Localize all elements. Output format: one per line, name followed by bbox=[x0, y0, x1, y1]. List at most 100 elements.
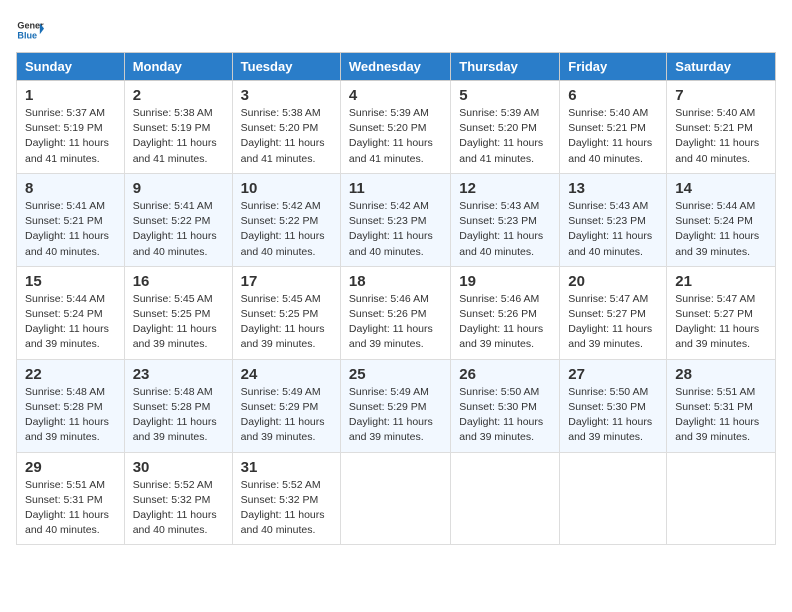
day-number: 12 bbox=[459, 180, 551, 197]
day-number: 19 bbox=[459, 273, 551, 290]
day-info: Sunrise: 5:46 AM Sunset: 5:26 PM Dayligh… bbox=[459, 292, 551, 353]
day-header-friday: Friday bbox=[560, 53, 667, 81]
day-number: 28 bbox=[675, 366, 767, 383]
day-number: 14 bbox=[675, 180, 767, 197]
calendar-cell: 3 Sunrise: 5:38 AM Sunset: 5:20 PM Dayli… bbox=[232, 81, 340, 174]
day-info: Sunrise: 5:38 AM Sunset: 5:19 PM Dayligh… bbox=[133, 106, 224, 167]
day-info: Sunrise: 5:43 AM Sunset: 5:23 PM Dayligh… bbox=[568, 199, 658, 260]
calendar-cell: 31 Sunrise: 5:52 AM Sunset: 5:32 PM Dayl… bbox=[232, 452, 340, 545]
day-info: Sunrise: 5:50 AM Sunset: 5:30 PM Dayligh… bbox=[459, 385, 551, 446]
calendar-cell: 2 Sunrise: 5:38 AM Sunset: 5:19 PM Dayli… bbox=[124, 81, 232, 174]
calendar-cell: 23 Sunrise: 5:48 AM Sunset: 5:28 PM Dayl… bbox=[124, 359, 232, 452]
day-number: 10 bbox=[241, 180, 332, 197]
calendar-table: SundayMondayTuesdayWednesdayThursdayFrid… bbox=[16, 52, 776, 545]
calendar-cell: 21 Sunrise: 5:47 AM Sunset: 5:27 PM Dayl… bbox=[667, 266, 776, 359]
day-header-wednesday: Wednesday bbox=[340, 53, 450, 81]
day-number: 23 bbox=[133, 366, 224, 383]
day-info: Sunrise: 5:51 AM Sunset: 5:31 PM Dayligh… bbox=[675, 385, 767, 446]
day-number: 18 bbox=[349, 273, 442, 290]
day-number: 8 bbox=[25, 180, 116, 197]
calendar-cell: 25 Sunrise: 5:49 AM Sunset: 5:29 PM Dayl… bbox=[340, 359, 450, 452]
day-header-saturday: Saturday bbox=[667, 53, 776, 81]
calendar-cell: 10 Sunrise: 5:42 AM Sunset: 5:22 PM Dayl… bbox=[232, 173, 340, 266]
day-info: Sunrise: 5:43 AM Sunset: 5:23 PM Dayligh… bbox=[459, 199, 551, 260]
day-info: Sunrise: 5:52 AM Sunset: 5:32 PM Dayligh… bbox=[241, 478, 332, 539]
calendar-cell: 5 Sunrise: 5:39 AM Sunset: 5:20 PM Dayli… bbox=[451, 81, 560, 174]
day-number: 21 bbox=[675, 273, 767, 290]
logo: General Blue bbox=[16, 16, 44, 44]
day-header-monday: Monday bbox=[124, 53, 232, 81]
day-header-thursday: Thursday bbox=[451, 53, 560, 81]
calendar-cell: 4 Sunrise: 5:39 AM Sunset: 5:20 PM Dayli… bbox=[340, 81, 450, 174]
calendar-cell bbox=[451, 452, 560, 545]
calendar-cell: 22 Sunrise: 5:48 AM Sunset: 5:28 PM Dayl… bbox=[17, 359, 125, 452]
day-number: 11 bbox=[349, 180, 442, 197]
calendar-cell: 16 Sunrise: 5:45 AM Sunset: 5:25 PM Dayl… bbox=[124, 266, 232, 359]
day-number: 31 bbox=[241, 459, 332, 476]
calendar-week-row: 8 Sunrise: 5:41 AM Sunset: 5:21 PM Dayli… bbox=[17, 173, 776, 266]
day-info: Sunrise: 5:39 AM Sunset: 5:20 PM Dayligh… bbox=[459, 106, 551, 167]
calendar-header-row: SundayMondayTuesdayWednesdayThursdayFrid… bbox=[17, 53, 776, 81]
calendar-cell: 30 Sunrise: 5:52 AM Sunset: 5:32 PM Dayl… bbox=[124, 452, 232, 545]
svg-text:Blue: Blue bbox=[17, 30, 37, 40]
day-number: 9 bbox=[133, 180, 224, 197]
calendar-cell bbox=[340, 452, 450, 545]
calendar-week-row: 22 Sunrise: 5:48 AM Sunset: 5:28 PM Dayl… bbox=[17, 359, 776, 452]
day-info: Sunrise: 5:47 AM Sunset: 5:27 PM Dayligh… bbox=[568, 292, 658, 353]
day-info: Sunrise: 5:40 AM Sunset: 5:21 PM Dayligh… bbox=[568, 106, 658, 167]
calendar-week-row: 29 Sunrise: 5:51 AM Sunset: 5:31 PM Dayl… bbox=[17, 452, 776, 545]
day-number: 17 bbox=[241, 273, 332, 290]
day-number: 22 bbox=[25, 366, 116, 383]
day-info: Sunrise: 5:38 AM Sunset: 5:20 PM Dayligh… bbox=[241, 106, 332, 167]
day-number: 30 bbox=[133, 459, 224, 476]
calendar-cell: 17 Sunrise: 5:45 AM Sunset: 5:25 PM Dayl… bbox=[232, 266, 340, 359]
calendar-cell: 7 Sunrise: 5:40 AM Sunset: 5:21 PM Dayli… bbox=[667, 81, 776, 174]
day-info: Sunrise: 5:47 AM Sunset: 5:27 PM Dayligh… bbox=[675, 292, 767, 353]
day-info: Sunrise: 5:48 AM Sunset: 5:28 PM Dayligh… bbox=[25, 385, 116, 446]
day-number: 5 bbox=[459, 87, 551, 104]
day-info: Sunrise: 5:37 AM Sunset: 5:19 PM Dayligh… bbox=[25, 106, 116, 167]
calendar-cell bbox=[667, 452, 776, 545]
day-info: Sunrise: 5:45 AM Sunset: 5:25 PM Dayligh… bbox=[241, 292, 332, 353]
calendar-cell: 26 Sunrise: 5:50 AM Sunset: 5:30 PM Dayl… bbox=[451, 359, 560, 452]
calendar-cell: 28 Sunrise: 5:51 AM Sunset: 5:31 PM Dayl… bbox=[667, 359, 776, 452]
calendar-cell bbox=[560, 452, 667, 545]
day-number: 6 bbox=[568, 87, 658, 104]
day-info: Sunrise: 5:40 AM Sunset: 5:21 PM Dayligh… bbox=[675, 106, 767, 167]
calendar-cell: 9 Sunrise: 5:41 AM Sunset: 5:22 PM Dayli… bbox=[124, 173, 232, 266]
calendar-cell: 8 Sunrise: 5:41 AM Sunset: 5:21 PM Dayli… bbox=[17, 173, 125, 266]
calendar-cell: 14 Sunrise: 5:44 AM Sunset: 5:24 PM Dayl… bbox=[667, 173, 776, 266]
day-number: 1 bbox=[25, 87, 116, 104]
day-info: Sunrise: 5:42 AM Sunset: 5:23 PM Dayligh… bbox=[349, 199, 442, 260]
day-info: Sunrise: 5:48 AM Sunset: 5:28 PM Dayligh… bbox=[133, 385, 224, 446]
calendar-cell: 19 Sunrise: 5:46 AM Sunset: 5:26 PM Dayl… bbox=[451, 266, 560, 359]
logo-icon: General Blue bbox=[16, 16, 44, 44]
day-header-tuesday: Tuesday bbox=[232, 53, 340, 81]
calendar-cell: 15 Sunrise: 5:44 AM Sunset: 5:24 PM Dayl… bbox=[17, 266, 125, 359]
day-number: 24 bbox=[241, 366, 332, 383]
calendar-cell: 18 Sunrise: 5:46 AM Sunset: 5:26 PM Dayl… bbox=[340, 266, 450, 359]
day-number: 2 bbox=[133, 87, 224, 104]
day-info: Sunrise: 5:44 AM Sunset: 5:24 PM Dayligh… bbox=[675, 199, 767, 260]
day-info: Sunrise: 5:41 AM Sunset: 5:21 PM Dayligh… bbox=[25, 199, 116, 260]
day-info: Sunrise: 5:50 AM Sunset: 5:30 PM Dayligh… bbox=[568, 385, 658, 446]
day-info: Sunrise: 5:42 AM Sunset: 5:22 PM Dayligh… bbox=[241, 199, 332, 260]
day-number: 13 bbox=[568, 180, 658, 197]
day-info: Sunrise: 5:51 AM Sunset: 5:31 PM Dayligh… bbox=[25, 478, 116, 539]
day-number: 26 bbox=[459, 366, 551, 383]
calendar-cell: 6 Sunrise: 5:40 AM Sunset: 5:21 PM Dayli… bbox=[560, 81, 667, 174]
day-info: Sunrise: 5:46 AM Sunset: 5:26 PM Dayligh… bbox=[349, 292, 442, 353]
day-number: 3 bbox=[241, 87, 332, 104]
day-info: Sunrise: 5:41 AM Sunset: 5:22 PM Dayligh… bbox=[133, 199, 224, 260]
day-number: 20 bbox=[568, 273, 658, 290]
calendar-cell: 1 Sunrise: 5:37 AM Sunset: 5:19 PM Dayli… bbox=[17, 81, 125, 174]
calendar-cell: 27 Sunrise: 5:50 AM Sunset: 5:30 PM Dayl… bbox=[560, 359, 667, 452]
day-number: 15 bbox=[25, 273, 116, 290]
day-info: Sunrise: 5:44 AM Sunset: 5:24 PM Dayligh… bbox=[25, 292, 116, 353]
day-number: 7 bbox=[675, 87, 767, 104]
day-info: Sunrise: 5:49 AM Sunset: 5:29 PM Dayligh… bbox=[241, 385, 332, 446]
day-info: Sunrise: 5:45 AM Sunset: 5:25 PM Dayligh… bbox=[133, 292, 224, 353]
calendar-cell: 11 Sunrise: 5:42 AM Sunset: 5:23 PM Dayl… bbox=[340, 173, 450, 266]
day-number: 4 bbox=[349, 87, 442, 104]
day-number: 29 bbox=[25, 459, 116, 476]
